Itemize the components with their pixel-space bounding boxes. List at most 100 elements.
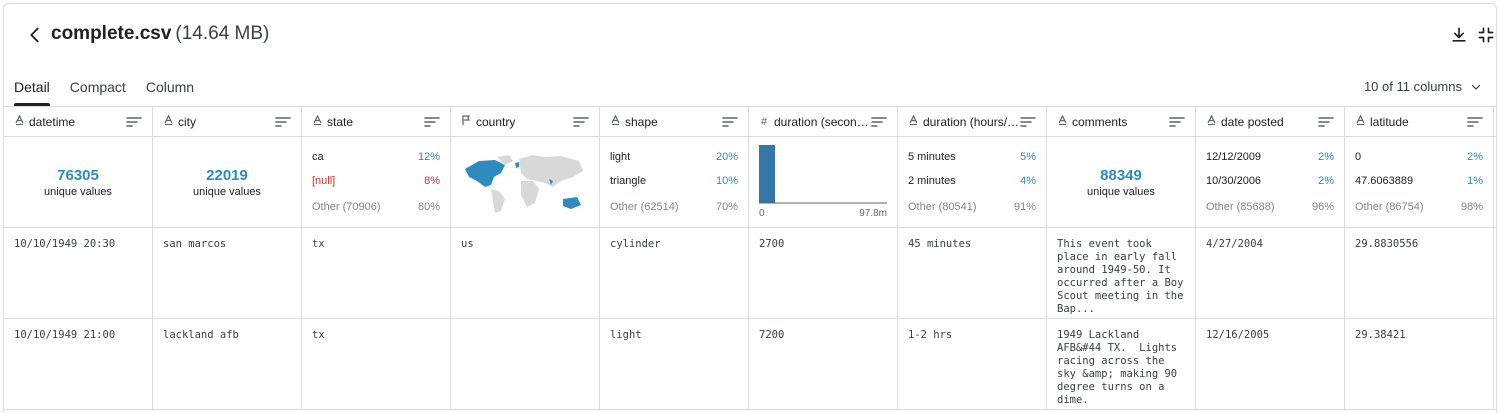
table-cell: light — [600, 319, 749, 409]
tab-column[interactable]: Column — [136, 72, 204, 106]
collapse-icon[interactable] — [1476, 25, 1496, 45]
table-cell: This event took place in early fall arou… — [1047, 228, 1196, 318]
distribution-list: 5 minutes 5% 2 minutes 4% Other (80541) 91% — [898, 137, 1046, 225]
cell-value: cylinder — [610, 238, 661, 250]
column-header[interactable]: duration (hours/min) — [898, 107, 1047, 136]
sort-icon[interactable] — [1467, 116, 1483, 128]
back-arrow-icon[interactable] — [24, 24, 46, 46]
column-name: datetime — [29, 114, 76, 129]
column-name: country — [476, 114, 516, 129]
distribution-item: triangle 10% — [610, 175, 738, 199]
distribution-percent: 91% — [1013, 201, 1036, 213]
sort-icon[interactable] — [573, 116, 589, 128]
distribution-item: Other (80541) 91% — [908, 201, 1036, 225]
cell-value: 1-2 hrs — [908, 329, 953, 341]
distribution-value: Other (62514) — [610, 201, 679, 213]
string-type-icon — [1206, 114, 1216, 128]
string-type-icon — [14, 114, 24, 128]
cell-value: 10/10/1949 20:30 — [14, 238, 116, 250]
distribution-percent: 2% — [1318, 151, 1334, 163]
distribution-percent: 80% — [417, 201, 440, 213]
distribution-percent: 98% — [1460, 201, 1483, 213]
column-selector[interactable]: 10 of 11 columns — [1364, 79, 1482, 94]
sort-icon[interactable] — [126, 116, 142, 128]
table-row: 10/10/1949 20:30 san marcos tx us cylinder 27… — [4, 228, 1496, 319]
value-distribution-summary: 12/12/2009 2% 10/30/2006 2% Other (85688) 96% — [1196, 137, 1345, 227]
summary-row: 76305 unique values 22019 unique values ca 12… — [4, 137, 1496, 228]
cell-value — [451, 319, 599, 339]
file-name: complete.csv — [51, 23, 172, 44]
column-header[interactable]: # duration (seconds) — [749, 107, 898, 136]
table-cell: 29.8830556 — [1345, 228, 1494, 318]
cell-value: tx — [312, 329, 325, 341]
column-header[interactable]: state — [302, 107, 451, 136]
distribution-item: Other (86754) 98% — [1355, 201, 1483, 225]
distribution-item: 10/30/2006 2% — [1206, 175, 1334, 199]
string-type-icon — [610, 114, 620, 128]
distribution-percent: 10% — [715, 175, 738, 187]
sort-icon[interactable] — [424, 116, 440, 128]
sort-icon[interactable] — [1169, 116, 1185, 128]
histogram-axis: 0 97.8m — [759, 208, 887, 219]
unique-values-summary: 88349 unique values — [1047, 137, 1196, 227]
distribution-value: Other (85688) — [1206, 201, 1275, 213]
column-header[interactable]: latitude — [1345, 107, 1494, 136]
data-table: datetime city state country shape # duration (… — [4, 106, 1496, 410]
cell-value: 1949 Lackland AFB&#44 TX. Lights racing … — [1057, 329, 1184, 406]
table-cell: 2700 — [749, 228, 898, 318]
table-cell: san marcos — [153, 228, 302, 318]
distribution-percent: 2% — [1318, 175, 1334, 187]
column-header[interactable]: shape — [600, 107, 749, 136]
numeric-type-icon: # — [760, 115, 768, 128]
histogram-max: 97.8m — [859, 208, 887, 219]
unique-count: 22019 — [206, 167, 248, 184]
cell-value: 10/10/1949 21:00 — [14, 329, 116, 341]
distribution-value: 47.6063889 — [1355, 175, 1414, 187]
string-type-icon — [1355, 114, 1365, 128]
cell-value: 29.38421 — [1355, 329, 1406, 341]
table-cell: 4/27/2004 — [1196, 228, 1345, 318]
table-cell — [451, 319, 600, 409]
sort-icon[interactable] — [1020, 116, 1036, 128]
column-name: state — [327, 114, 354, 129]
download-icon[interactable] — [1449, 25, 1469, 45]
sort-icon[interactable] — [1318, 116, 1334, 128]
column-header[interactable]: city — [153, 107, 302, 136]
cell-value: 29.8830556 — [1355, 238, 1419, 250]
tab-compact[interactable]: Compact — [60, 72, 136, 106]
sort-icon[interactable] — [722, 116, 738, 128]
column-name: date posted — [1221, 114, 1284, 129]
table-cell: us — [451, 228, 600, 318]
distribution-value: Other (70906) — [312, 201, 381, 213]
string-type-icon — [163, 114, 173, 128]
histogram-bar[interactable] — [759, 145, 775, 203]
column-header[interactable]: datetime — [4, 107, 153, 136]
distribution-percent: 2% — [1467, 151, 1483, 163]
distribution-percent: 8% — [424, 175, 440, 187]
distribution-item: light 20% — [610, 151, 738, 175]
file-title: complete.csv (14.64 MB) — [51, 23, 269, 45]
cell-value: 2700 — [759, 238, 785, 250]
world-map-icon — [465, 155, 583, 213]
column-name: duration (seconds) — [774, 114, 871, 129]
unique-label: unique values — [193, 186, 261, 198]
cell-value: light — [610, 329, 642, 341]
cell-value: This event took place in early fall arou… — [1057, 238, 1190, 315]
distribution-percent: 4% — [1020, 175, 1036, 187]
cell-value: 45 minutes — [908, 238, 972, 250]
distribution-value: Other (80541) — [908, 201, 977, 213]
sort-icon[interactable] — [871, 116, 887, 128]
value-distribution-summary: 0 2% 47.6063889 1% Other (86754) 98% — [1345, 137, 1494, 227]
table-cell: lackland afb — [153, 319, 302, 409]
unique-values-block: 22019 unique values — [153, 137, 301, 198]
column-header[interactable]: date posted — [1196, 107, 1345, 136]
column-header[interactable]: comments — [1047, 107, 1196, 136]
table-cell: 10/10/1949 20:30 — [4, 228, 153, 318]
column-header[interactable]: country — [451, 107, 600, 136]
tab-detail[interactable]: Detail — [4, 72, 60, 106]
column-count-label: 10 of 11 columns — [1363, 79, 1462, 94]
table-cell: 12/16/2005 — [1196, 319, 1345, 409]
sort-icon[interactable] — [275, 116, 291, 128]
cell-value: 4/27/2004 — [1206, 238, 1263, 250]
cell-value: us — [461, 238, 474, 250]
